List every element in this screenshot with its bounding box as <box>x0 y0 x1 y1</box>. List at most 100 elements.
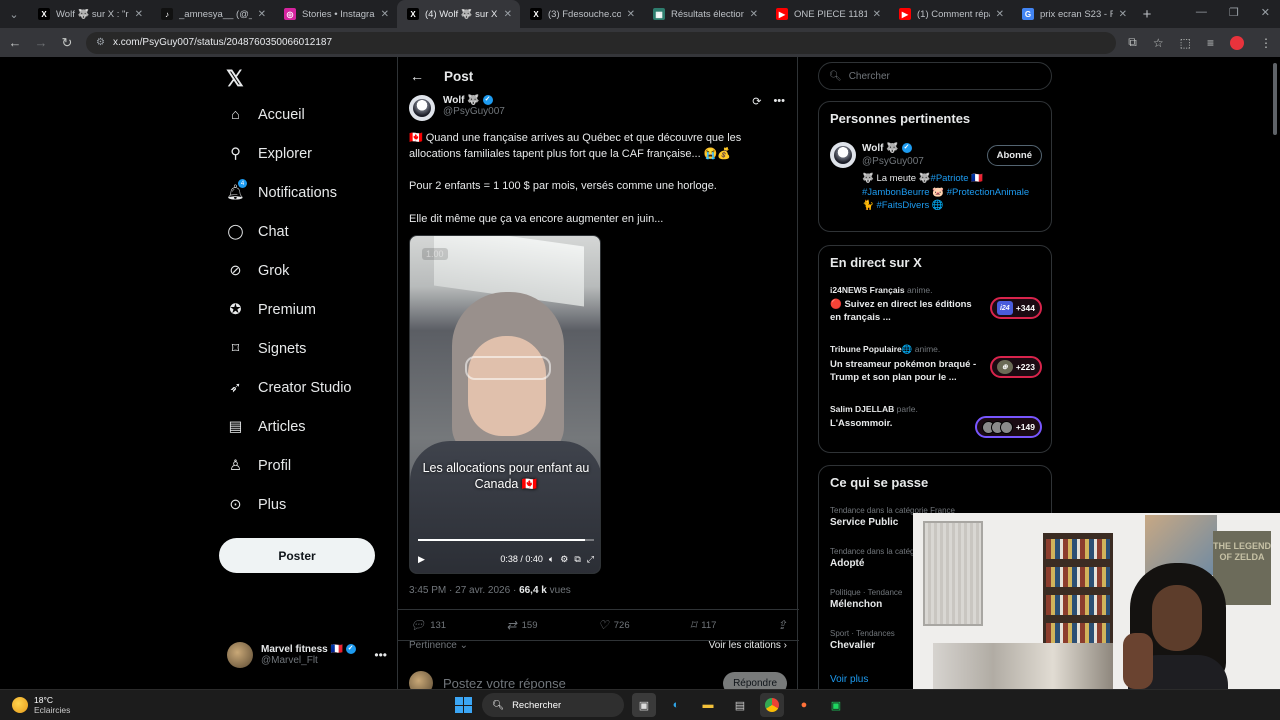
forward-icon[interactable]: → <box>34 35 48 50</box>
media-controls-icon[interactable]: ≡ <box>1207 36 1214 50</box>
nav-item-chat[interactable]: ◯ Chat <box>227 223 288 240</box>
tab-search-menu-button[interactable]: ⌄ <box>0 0 28 28</box>
search-input[interactable]: 🔍︎ Chercher <box>818 62 1052 90</box>
play-icon[interactable]: ▶ <box>418 554 425 565</box>
video-progress-bar[interactable] <box>418 539 594 541</box>
like-action[interactable]: ♡ 726 <box>598 618 630 632</box>
live-space-item[interactable]: i24NEWS Français anime. 🔴 Suivez en direc… <box>830 285 1042 324</box>
browser-tab[interactable]: ▦ Résultats élections e ✕ <box>643 0 766 28</box>
reload-icon[interactable]: ↻ <box>60 35 74 51</box>
volume-icon[interactable]: 🔈︎ <box>549 554 554 565</box>
nav-item-signets[interactable]: ⌑ Signets <box>227 340 307 357</box>
store-icon[interactable]: ▤ <box>728 693 752 717</box>
edge-icon[interactable]: ◐ <box>664 693 688 717</box>
file-explorer-icon[interactable]: ▬ <box>696 693 720 717</box>
post-more-icon[interactable]: ••• <box>773 95 785 108</box>
task-view-icon[interactable]: ▣ <box>632 693 656 717</box>
close-tab-icon[interactable]: ✕ <box>750 9 758 20</box>
post-author[interactable]: Wolf 🐺 ✓ @PsyGuy007 <box>409 95 505 121</box>
browser-tab[interactable]: Gprix ecran S23 - Rech ✕ <box>1012 0 1135 28</box>
nav-item-creator-studio[interactable]: ➶ Creator Studio <box>227 379 351 396</box>
start-button[interactable] <box>452 694 474 716</box>
video-player[interactable]: 1.00 Les allocations pour enfant au Cana… <box>409 235 601 574</box>
show-more-link[interactable]: Voir plus <box>830 674 868 685</box>
share-action[interactable]: ⇪ <box>777 618 787 632</box>
profile-avatar-icon[interactable] <box>1230 35 1244 50</box>
grok-explain-icon[interactable]: ⟳ <box>752 95 761 108</box>
firefox-icon[interactable]: ● <box>792 693 816 717</box>
nav-item-profil[interactable]: ♙ Profil <box>227 457 291 474</box>
scrollbar-thumb[interactable] <box>1273 63 1277 135</box>
maximize-icon[interactable]: ❐ <box>1229 6 1239 19</box>
repost-action[interactable]: ⇄ 159 <box>507 618 538 632</box>
chrome-icon[interactable] <box>760 693 784 717</box>
site-info-icon[interactable]: ⚙ <box>96 37 105 48</box>
live-space-item[interactable]: Salim DJELLAB parle. L'Assommoir. +149 <box>830 404 1042 438</box>
close-tab-icon[interactable]: ✕ <box>135 9 143 20</box>
bookmark-star-icon[interactable]: ☆ <box>1153 36 1164 50</box>
close-window-icon[interactable]: ✕ <box>1261 6 1270 19</box>
nav-item-articles[interactable]: ▤ Articles <box>227 418 306 435</box>
install-app-icon[interactable]: ⧉ <box>1128 35 1137 50</box>
browser-tab[interactable]: ♪ _amnesya__ (@_amne ✕ <box>151 0 274 28</box>
post-timestamp[interactable]: 3:45 PM · 27 avr. 2026 · <box>409 585 519 596</box>
bio-text: 🐈 <box>862 200 877 211</box>
live-listeners-pill[interactable]: +149 <box>974 416 1042 438</box>
close-tab-icon[interactable]: ✕ <box>258 9 266 20</box>
relevant-user-avatar[interactable] <box>830 142 856 168</box>
live-listeners-pill[interactable]: i24 +344 <box>989 297 1042 319</box>
app-icon[interactable]: ▣ <box>824 693 848 717</box>
close-tab-icon[interactable]: ✕ <box>1119 9 1127 20</box>
sort-dropdown[interactable]: Pertinence ⌄ <box>409 640 468 651</box>
hashtag-link[interactable]: #JambonBeurre <box>862 187 930 198</box>
fullscreen-icon[interactable]: ⤢ <box>587 554 594 565</box>
reply-action[interactable]: 💬︎ 131 <box>410 618 446 632</box>
back-icon[interactable]: ← <box>8 35 22 50</box>
live-space-item[interactable]: Tribune Populaire🌐 anime. Un streameur po… <box>830 344 1042 384</box>
extensions-icon[interactable]: ⬚ <box>1180 36 1191 50</box>
browser-tab[interactable]: ▶ ONE PIECE 1181 - Im ✕ <box>766 0 889 28</box>
close-tab-icon[interactable]: ✕ <box>381 9 389 20</box>
url-omnibox[interactable]: ⚙ x.com/PsyGuy007/status/204876035006601… <box>86 31 1117 54</box>
reply-button[interactable]: Répondre <box>723 671 787 689</box>
minimize-icon[interactable]: — <box>1196 6 1207 19</box>
close-tab-icon[interactable]: ✕ <box>996 9 1004 20</box>
nav-item-explorer[interactable]: ⚲ Explorer <box>227 145 312 162</box>
settings-icon[interactable]: ⚙ <box>560 554 568 565</box>
browser-menu-icon[interactable]: ⋮ <box>1260 36 1272 50</box>
account-switcher[interactable]: Marvel fitness 🇫🇷 ✓ @Marvel_Flt ••• <box>227 642 387 668</box>
author-handle[interactable]: @PsyGuy007 <box>443 106 505 117</box>
browser-tab[interactable]: ◎ Stories • Instagram ✕ <box>274 0 397 28</box>
author-name[interactable]: Wolf 🐺 <box>443 95 480 106</box>
weather-widget[interactable]: 18°C Eclaircies <box>12 695 70 715</box>
browser-tab[interactable]: X (4) Wolf 🐺 sur X : "G ✕ <box>397 0 520 28</box>
new-tab-button[interactable]: + <box>1135 6 1159 23</box>
picture-in-picture-icon[interactable]: ⧉ <box>574 554 580 565</box>
reply-input[interactable]: Postez votre réponse <box>443 676 566 690</box>
taskbar-search[interactable]: 🔍︎ Rechercher <box>482 693 624 717</box>
browser-tab[interactable]: X (3) Fdesouche.com e ✕ <box>520 0 643 28</box>
view-quotes-link[interactable]: Voir les citations › <box>709 640 787 651</box>
nav-item-plus[interactable]: ⊙ Plus <box>227 496 286 513</box>
author-avatar[interactable] <box>409 95 435 121</box>
following-button[interactable]: Abonné <box>986 145 1042 166</box>
hashtag-link[interactable]: #ProtectionAnimale <box>947 187 1029 198</box>
close-tab-icon[interactable]: ✕ <box>504 9 512 20</box>
hashtag-link[interactable]: #Patriote <box>931 173 969 184</box>
nav-item-grok[interactable]: ⊘ Grok <box>227 262 289 279</box>
browser-tab[interactable]: X Wolf 🐺 sur X : "re Pu ✕ <box>28 0 151 28</box>
x-logo-icon[interactable]: 𝕏 <box>226 66 244 92</box>
nav-item-accueil[interactable]: ⌂ Accueil <box>227 106 305 123</box>
quotes-label: Voir les citations <box>708 640 781 651</box>
close-tab-icon[interactable]: ✕ <box>873 9 881 20</box>
post-button[interactable]: Poster <box>219 538 375 573</box>
browser-tab[interactable]: ▶ (1) Comment répare ✕ <box>889 0 1012 28</box>
back-arrow-icon[interactable]: ← <box>410 68 424 84</box>
hashtag-link[interactable]: #FaitsDivers <box>876 200 929 211</box>
close-tab-icon[interactable]: ✕ <box>627 9 635 20</box>
bookmark-action[interactable]: ⌑ 117 <box>690 618 716 632</box>
nav-item-notifications[interactable]: 🔔︎ 4 Notifications <box>226 179 337 201</box>
nav-item-premium[interactable]: ✪ Premium <box>227 301 316 318</box>
live-listeners-pill[interactable]: ⊕ +223 <box>989 356 1042 378</box>
more-options-icon[interactable]: ••• <box>374 648 387 662</box>
